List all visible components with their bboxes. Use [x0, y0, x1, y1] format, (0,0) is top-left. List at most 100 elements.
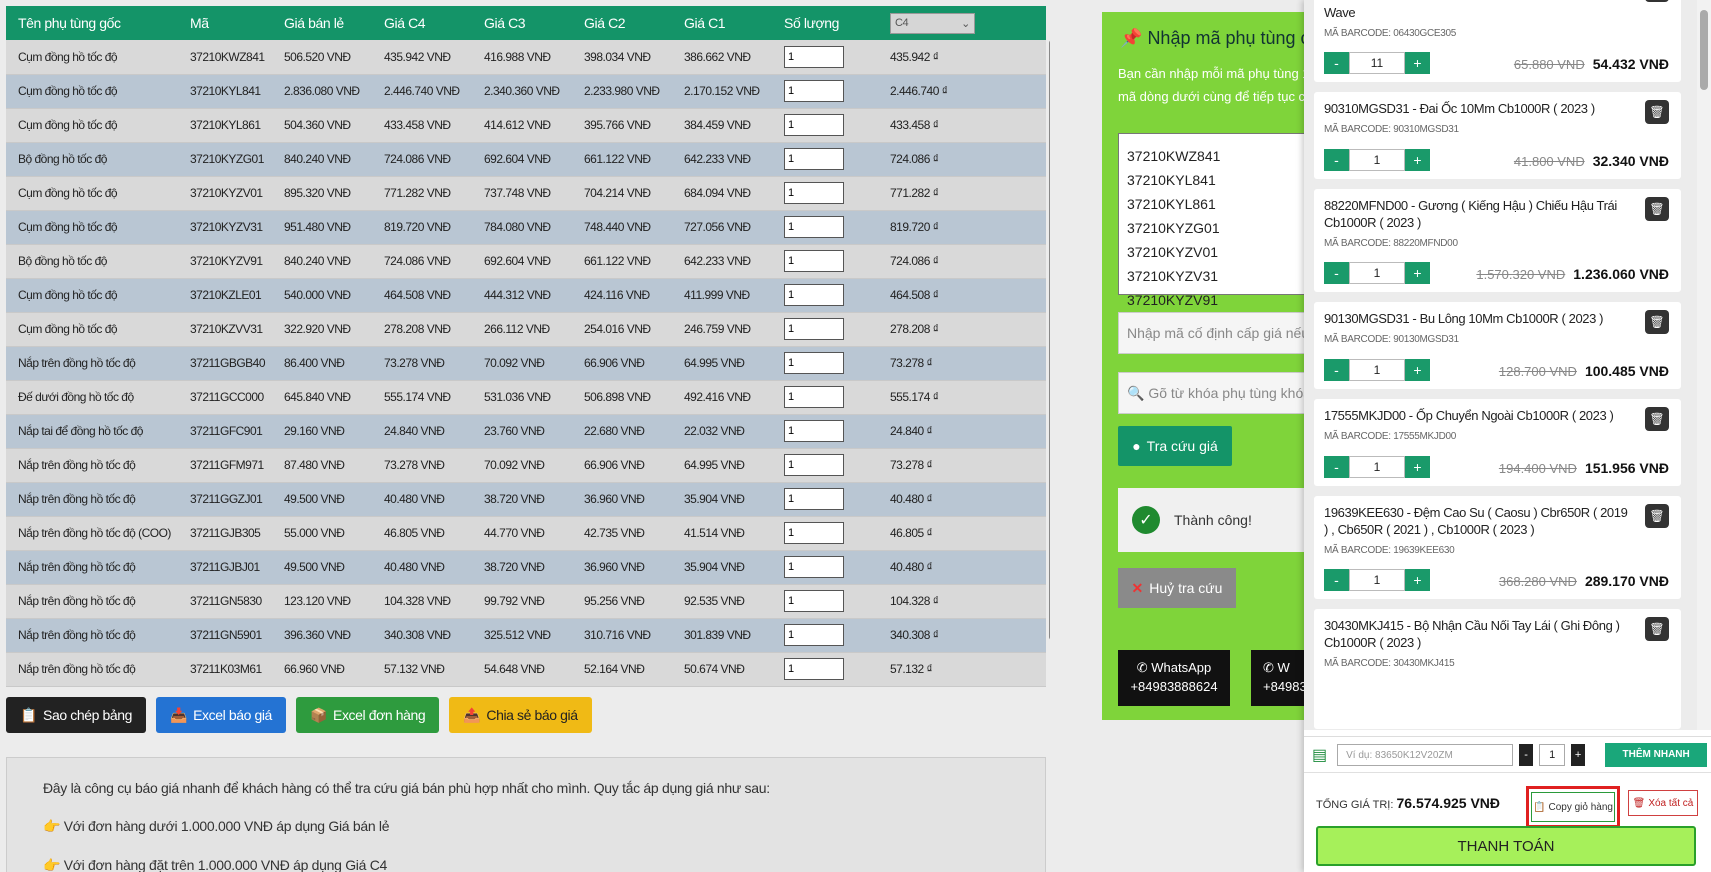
quick-qty-input[interactable]: 1 — [1539, 743, 1566, 766]
copy-icon: 📋 — [1533, 801, 1546, 813]
cell-c3: 38.720 VNĐ — [472, 550, 572, 585]
copy-cart-button[interactable]: 📋 Copy giỏ hàng — [1531, 792, 1615, 822]
quantity-input[interactable] — [784, 386, 844, 408]
cell-c1: 727.056 VNĐ — [672, 210, 772, 245]
search-icon: 🔍 — [1127, 385, 1145, 401]
qty-value[interactable]: 1 — [1349, 569, 1405, 591]
qty-value[interactable]: 1 — [1349, 359, 1405, 381]
quantity-input[interactable] — [784, 522, 844, 544]
plus-button[interactable]: + — [1405, 149, 1430, 171]
cart-item: 19639KEE630 - Đệm Cao Su ( Caosu ) Cbr65… — [1314, 496, 1681, 599]
table-row: Cụm đồng hồ tốc độ 37210KZLE01 540.000 VNĐ… — [6, 278, 1046, 313]
qty-value[interactable]: 1 — [1349, 456, 1405, 478]
minus-button[interactable]: - — [1324, 149, 1349, 171]
quantity-input[interactable] — [784, 352, 844, 374]
quantity-input[interactable] — [784, 420, 844, 442]
quantity-input[interactable] — [784, 284, 844, 306]
trash-icon[interactable]: 🗑 — [1645, 617, 1669, 641]
cell-c1: 642.233 VNĐ — [672, 142, 772, 177]
cell-c3: 416.988 VNĐ — [472, 40, 572, 75]
quantity-input[interactable] — [784, 658, 844, 680]
quantity-input[interactable] — [784, 45, 844, 68]
trash-icon[interactable]: 🗑 — [1645, 504, 1669, 528]
cell-code: 37211GCC000 — [178, 380, 272, 415]
plus-button[interactable]: + — [1405, 262, 1430, 284]
cell-c4: 40.480 VNĐ — [372, 482, 472, 517]
quantity-input[interactable] — [784, 250, 844, 272]
quantity-input[interactable] — [784, 454, 844, 476]
cell-c1: 50.674 VNĐ — [672, 652, 772, 687]
quantity-input[interactable] — [784, 216, 844, 238]
cell-name: Bộ đồng hồ tốc độ — [6, 244, 178, 279]
whatsapp-button-2[interactable]: ✆ W+849838 — [1251, 650, 1307, 706]
whatsapp-icon: ✆ — [1136, 660, 1148, 675]
cart-item-barcode: MÃ BARCODE: 88220MFND00 — [1324, 238, 1458, 249]
checkout-button[interactable]: THANH TOÁN — [1316, 826, 1696, 866]
minus-button[interactable]: - — [1324, 262, 1349, 284]
quantity-input[interactable] — [784, 148, 844, 170]
trash-icon[interactable]: 🗑 — [1645, 407, 1669, 431]
cell-c4: 433.458 VNĐ — [372, 108, 472, 143]
quantity-input[interactable] — [784, 114, 844, 136]
quantity-input[interactable] — [784, 182, 844, 204]
cell-retail: 86.400 VNĐ — [272, 346, 372, 381]
price-tier-select[interactable]: C4 ⌄ — [890, 12, 975, 34]
rule-item: 👉 Với đơn hàng dưới 1.000.000 VNĐ áp dụn… — [43, 818, 390, 834]
clear-all-button[interactable]: 🗑 Xóa tất cả — [1628, 790, 1698, 816]
cell-qty — [772, 176, 878, 211]
qty-value[interactable]: 11 — [1349, 52, 1405, 74]
cell-c3: 54.648 VNĐ — [472, 652, 572, 687]
cell-code: 37210KYL861 — [178, 108, 272, 143]
excel-order-button[interactable]: 📦 Excel đơn hàng — [295, 697, 440, 733]
part-codes-textarea[interactable]: 37210KWZ841 37210KYL841 37210KYL861 37210KY… — [1118, 133, 1307, 308]
minus-button[interactable]: - — [1324, 52, 1349, 74]
whatsapp-button[interactable]: ✆ WhatsApp +84983888624 — [1118, 650, 1230, 706]
share-quote-button[interactable]: 📤 Chia sẻ báo giá — [449, 697, 592, 733]
fixed-price-code-input[interactable]: Nhập mã cố định cấp giá nếu có — [1118, 312, 1307, 354]
quick-minus-button[interactable]: - — [1519, 743, 1534, 766]
plus-button[interactable]: + — [1405, 456, 1430, 478]
minus-button[interactable]: - — [1324, 569, 1349, 591]
scrollbar-thumb[interactable] — [1700, 10, 1708, 90]
cell-name: Nắp trên đồng hồ tốc độ — [6, 550, 178, 585]
quantity-input[interactable] — [784, 80, 844, 102]
code-line: 37210KWZ841 — [1127, 148, 1221, 164]
quantity-input[interactable] — [784, 488, 844, 510]
cell-name: Nắp trên đồng hồ tốc độ — [6, 584, 178, 619]
quantity-input[interactable] — [784, 556, 844, 578]
minus-button[interactable]: - — [1324, 359, 1349, 381]
cart-item-barcode: MÃ BARCODE: 19639KEE630 — [1324, 545, 1455, 556]
quick-add-input[interactable]: Ví dụ: 83650K12V20ZM — [1337, 743, 1514, 766]
cell-retail: 504.360 VNĐ — [272, 108, 372, 143]
lookup-price-button[interactable]: ● Tra cứu giá — [1118, 426, 1232, 466]
quick-plus-button[interactable]: + — [1571, 743, 1586, 766]
copy-table-button[interactable]: 📋 Sao chép bảng — [6, 697, 147, 733]
cart-item: WaveMÃ BARCODE: 06430GCE305🗑-11+65.880 V… — [1314, 0, 1681, 82]
cancel-lookup-button[interactable]: ✕ Huỷ tra cứu — [1118, 568, 1236, 608]
new-price: 54.432 VNĐ — [1592, 56, 1669, 72]
trash-icon[interactable]: 🗑 — [1645, 0, 1669, 2]
trash-icon[interactable]: 🗑 — [1645, 197, 1669, 221]
col-name: Tên phụ tùng gốc — [6, 6, 178, 40]
keyword-search-input[interactable]: 🔍 Gõ từ khóa phụ tùng khóa đ — [1118, 372, 1307, 414]
table-scrollbar[interactable] — [1049, 40, 1050, 640]
plus-button[interactable]: + — [1405, 52, 1430, 74]
qty-value[interactable]: 1 — [1349, 262, 1405, 284]
quantity-input[interactable] — [784, 624, 844, 646]
trash-icon[interactable]: 🗑 — [1645, 310, 1669, 334]
plus-button[interactable]: + — [1405, 569, 1430, 591]
cell-selected-price: 24.840 ₫ — [878, 414, 1046, 449]
quantity-input[interactable] — [784, 590, 844, 612]
minus-button[interactable]: - — [1324, 456, 1349, 478]
plus-button[interactable]: + — [1405, 359, 1430, 381]
excel-quote-button[interactable]: 📥 Excel báo giá — [156, 697, 286, 733]
cart-scrollbar[interactable] — [1697, 0, 1711, 730]
quick-add-button[interactable]: THÊM NHANH — [1605, 742, 1708, 767]
cell-qty — [772, 448, 878, 483]
cell-c4: 73.278 VNĐ — [372, 448, 472, 483]
cell-c2: 661.122 VNĐ — [572, 244, 672, 279]
qty-value[interactable]: 1 — [1349, 149, 1405, 171]
trash-icon[interactable]: 🗑 — [1645, 100, 1669, 124]
quantity-input[interactable] — [784, 318, 844, 340]
cell-retail: 49.500 VNĐ — [272, 482, 372, 517]
